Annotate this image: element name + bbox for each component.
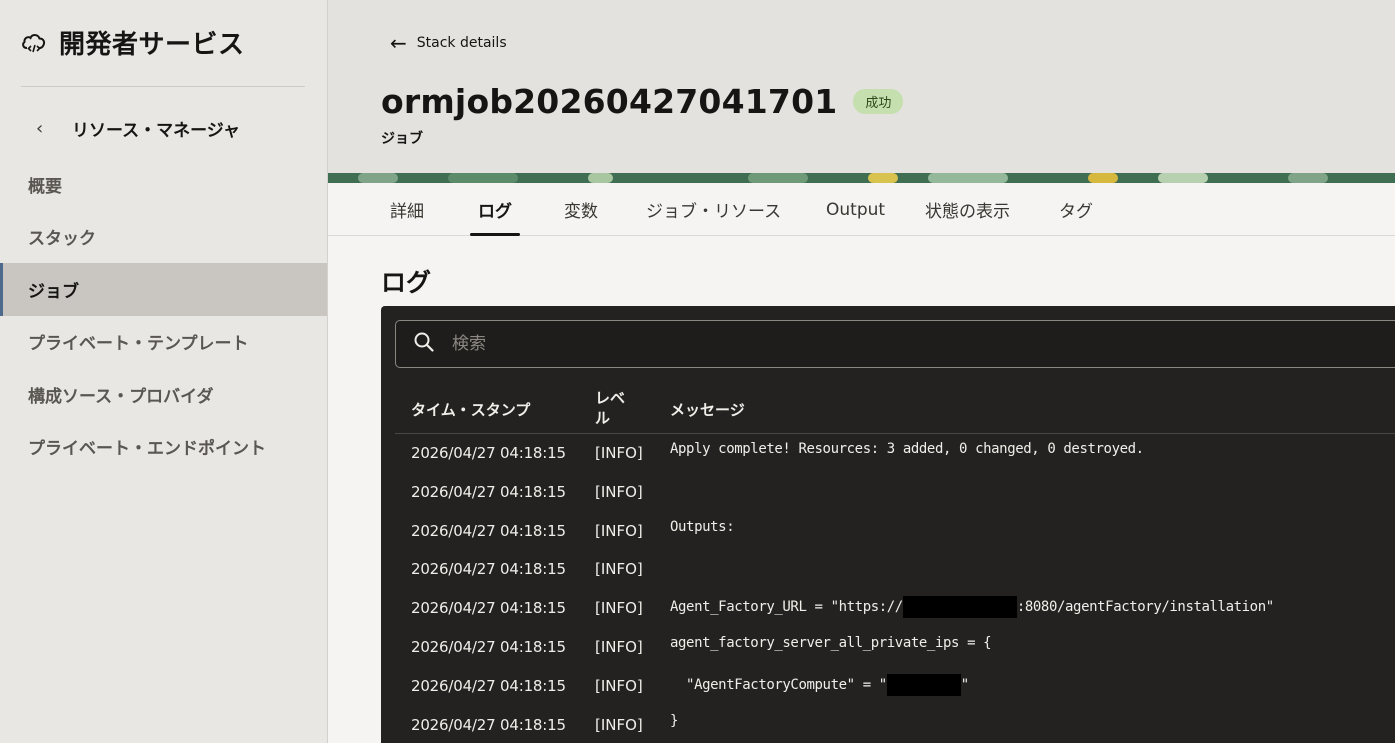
redaction-block <box>886 673 961 696</box>
log-timestamp: 2026/04/27 04:18:15 <box>411 521 566 540</box>
sidebar-nav: 概要 スタック ジョブ プライベート・テンプレート 構成ソース・プロバイダ プラ… <box>0 158 327 473</box>
back-link-label: Stack details <box>416 35 507 51</box>
tab-output[interactable]: Output <box>826 183 885 236</box>
column-header-message[interactable]: メッセージ <box>670 399 745 420</box>
log-message-suffix: :8080/agentFactory/installation" <box>1016 599 1274 616</box>
decorative-banner <box>328 173 1395 183</box>
log-row: 2026/04/27 04:18:15 [INFO] Apply complet… <box>395 433 1395 472</box>
redaction-block <box>902 596 1017 619</box>
sidebar-item-private-endpoints[interactable]: プライベート・エンドポイント <box>0 421 327 474</box>
log-level: [INFO] <box>595 715 643 734</box>
tab-bar: 詳細 ログ 変数 ジョブ・リソース Output 状態の表示 タグ <box>328 183 1395 236</box>
log-rows: 2026/04/27 04:18:15 [INFO] Apply complet… <box>395 433 1395 743</box>
sidebar-item-config-source-providers[interactable]: 構成ソース・プロバイダ <box>0 368 327 421</box>
sidebar-item-overview[interactable]: 概要 <box>0 158 327 211</box>
log-row: 2026/04/27 04:18:15 [INFO] Outputs: <box>395 511 1395 550</box>
log-message: "AgentFactoryCompute" = " " <box>670 673 969 696</box>
log-message: Agent_Factory_URL = "https:// :8080/agent… <box>670 596 1274 619</box>
brand-divider <box>21 86 305 87</box>
sidebar-item-private-templates[interactable]: プライベート・テンプレート <box>0 316 327 369</box>
log-message: Outputs: <box>670 518 735 535</box>
stack-details-link[interactable]: ← Stack details <box>390 33 507 53</box>
log-timestamp: 2026/04/27 04:18:15 <box>411 715 566 734</box>
tab-logs[interactable]: ログ <box>470 183 520 236</box>
log-row: 2026/04/27 04:18:15 [INFO] "AgentFactory… <box>395 666 1395 705</box>
column-header-level[interactable]: レベ ル <box>595 388 625 428</box>
section-title: ログ <box>381 268 432 297</box>
log-message: } <box>670 712 679 729</box>
log-row: 2026/04/27 04:18:15 [INFO] agent_factory… <box>395 627 1395 666</box>
tab-details[interactable]: 詳細 <box>390 183 424 236</box>
arrow-left-icon: ← <box>390 31 407 55</box>
tab-variables[interactable]: 変数 <box>564 183 598 236</box>
log-message-prefix: "AgentFactoryCompute" = " <box>670 676 887 693</box>
back-label: リソース・マネージャ <box>72 121 240 141</box>
log-level: [INFO] <box>595 637 643 656</box>
tab-tags[interactable]: タグ <box>1059 183 1093 236</box>
log-message-suffix: " <box>960 676 969 693</box>
sidebar: 開発者サービス ‹ リソース・マネージャ 概要 スタック ジョブ プライベート・… <box>0 0 328 743</box>
page-header: ← Stack details ormjob20260427041701 成功 … <box>328 0 1395 183</box>
page-title: ormjob20260427041701 <box>381 82 838 121</box>
log-panel: タイム・スタンプ レベ ル メッセージ 2026/04/27 04:18:15 … <box>381 306 1395 743</box>
chevron-left-icon: ‹ <box>36 118 44 139</box>
column-header-timestamp[interactable]: タイム・スタンプ <box>411 399 530 420</box>
search-input[interactable] <box>452 334 1252 354</box>
log-level: [INFO] <box>595 444 643 462</box>
log-message: Apply complete! Resources: 3 added, 0 ch… <box>670 441 1144 457</box>
log-message: agent_factory_server_all_private_ips = { <box>670 634 992 651</box>
log-message-prefix: Agent_Factory_URL = "https:// <box>670 599 903 616</box>
log-row: 2026/04/27 04:18:15 [INFO] <box>395 549 1395 588</box>
log-timestamp: 2026/04/27 04:18:15 <box>411 444 566 462</box>
log-timestamp: 2026/04/27 04:18:15 <box>411 676 566 695</box>
log-timestamp: 2026/04/27 04:18:15 <box>411 637 566 656</box>
brand-title: 開発者サービス <box>59 30 245 60</box>
log-timestamp: 2026/04/27 04:18:15 <box>411 482 566 501</box>
log-level: [INFO] <box>595 599 643 618</box>
log-level: [INFO] <box>595 560 643 579</box>
log-level: [INFO] <box>595 676 643 695</box>
log-timestamp: 2026/04/27 04:18:15 <box>411 599 566 618</box>
sidebar-item-jobs[interactable]: ジョブ <box>0 263 327 316</box>
status-badge: 成功 <box>853 89 904 114</box>
tab-job-resources[interactable]: ジョブ・リソース <box>646 183 781 236</box>
cloud-developer-icon <box>21 32 47 54</box>
tab-view-state[interactable]: 状態の表示 <box>925 183 1010 236</box>
sidebar-item-stacks[interactable]: スタック <box>0 211 327 264</box>
log-timestamp: 2026/04/27 04:18:15 <box>411 560 566 579</box>
log-row: 2026/04/27 04:18:15 [INFO] } <box>395 705 1395 743</box>
title-row: ormjob20260427041701 成功 <box>381 82 904 121</box>
log-table-header: タイム・スタンプ レベ ル メッセージ <box>395 382 1395 434</box>
page-subtitle: ジョブ <box>381 131 423 147</box>
search-box[interactable] <box>395 320 1395 368</box>
log-level: [INFO] <box>595 482 643 501</box>
back-to-resource-manager[interactable]: ‹ リソース・マネージャ <box>36 116 240 141</box>
log-row: 2026/04/27 04:18:15 [INFO] <box>395 472 1395 511</box>
log-row: 2026/04/27 04:18:15 [INFO] Agent_Factory… <box>395 588 1395 627</box>
brand[interactable]: 開発者サービス <box>21 24 245 61</box>
log-level: [INFO] <box>595 521 643 540</box>
search-icon <box>414 332 434 356</box>
